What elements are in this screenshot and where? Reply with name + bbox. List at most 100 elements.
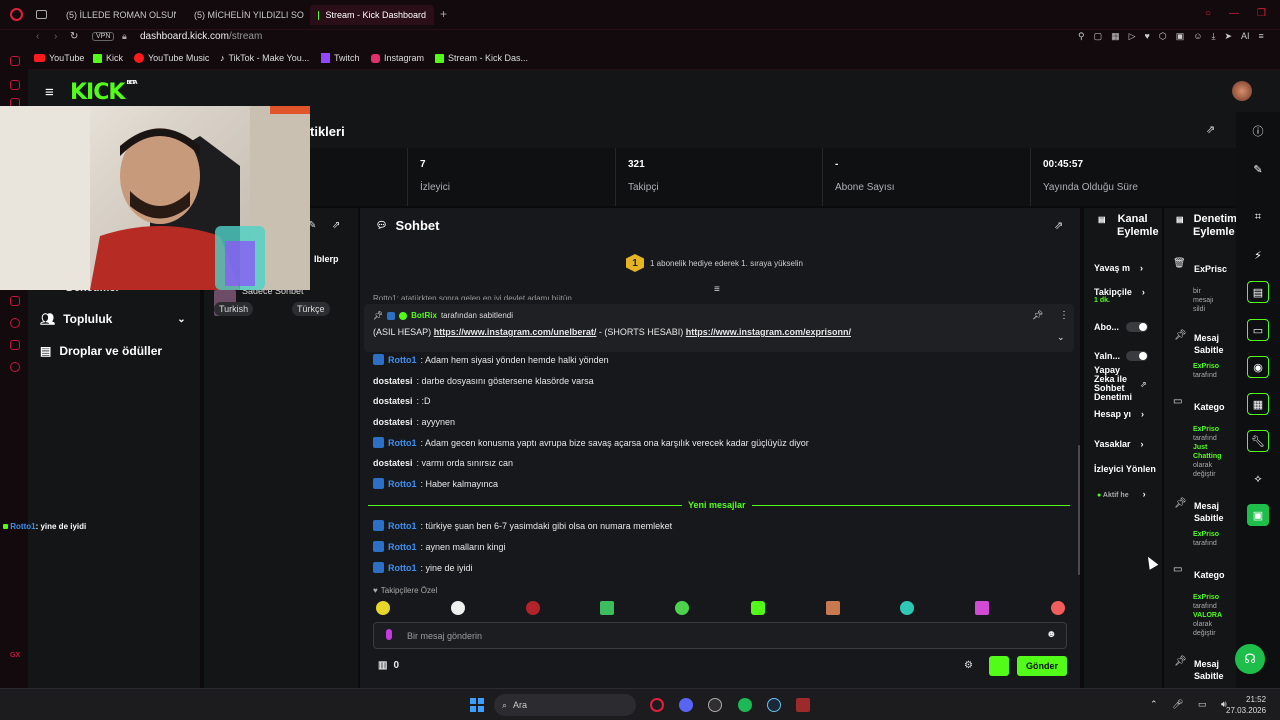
chat-message[interactable]: Rotto1: Haber kalmayınca [373,478,498,489]
avatar[interactable] [1232,81,1252,101]
emote-icon[interactable] [600,601,614,615]
viewer-redirect-item[interactable]: İzleyici Yönlen [1094,464,1156,474]
chat-message[interactable]: Rotto1: yine de iyidi [373,562,473,573]
opera-logo-icon[interactable] [10,8,23,21]
tab-roman[interactable]: (5) İLLEDE ROMAN OLSUN [52,5,176,25]
taskbar-search[interactable]: ⌕ Ara [494,694,636,716]
url-field[interactable]: dashboard.kick.com/stream [140,31,262,42]
emote-icon[interactable] [675,601,689,615]
bookmark-tiktok[interactable]: ♪ TikTok - Make You... [220,53,309,63]
app-icon[interactable]: ▣ [1247,504,1269,526]
bookmark-kick-stream[interactable]: Stream - Kick Das... [435,53,528,63]
tag-chip[interactable]: Turkish [214,302,254,316]
more-options-icon[interactable]: ⋮ [1059,310,1069,321]
new-tab-button[interactable]: + [440,7,447,21]
bookmark-instagram[interactable]: Instagram [371,53,424,63]
start-icon[interactable] [470,698,484,712]
pinned-link[interactable]: https://www.instagram.com/unelberat/ [434,327,597,337]
clock-icon[interactable] [10,318,20,328]
emote-icon[interactable] [376,601,390,615]
nav-community[interactable]: 👥︎ Topluluk ⌄ [40,312,186,326]
aria-icon[interactable] [10,56,20,66]
discord-taskbar-icon[interactable] [679,698,693,712]
search-icon[interactable]: ○ [1205,8,1211,19]
send-button[interactable]: Gönder [1017,656,1067,676]
followers-mode-item[interactable]: Takipçile › [1094,287,1145,297]
layout-icon[interactable]: ▦ [1247,393,1269,415]
lightning-icon[interactable]: ⚡︎ [1247,244,1269,266]
chat-message[interactable]: dostatesi: darbe dosyasını göstersene kl… [373,376,594,386]
extensions-icon[interactable]: ⬡ [1159,31,1167,42]
pinned-link[interactable]: https://www.instagram.com/exprisonn/ [686,327,851,337]
chat-message[interactable]: Rotto1: Adam gecen konusma yaptı avrupa … [373,437,809,448]
download-icon[interactable]: ⤓ [1211,31,1215,42]
tab-kick-dashboard[interactable]: Stream - Kick Dashboard [310,5,434,25]
obs-taskbar-icon[interactable] [708,698,722,712]
settings-icon[interactable] [10,362,20,372]
grid-icon[interactable]: ▦ [1111,31,1120,42]
chat-icon[interactable]: ▭ [1247,319,1269,341]
broadcast-icon[interactable]: ◉ [1247,356,1269,378]
bookmark-youtube[interactable]: YouTube [34,53,84,63]
opera-gx-taskbar-icon[interactable] [650,698,664,712]
emoji-icon[interactable]: ☻ [1046,629,1057,640]
slow-mode-item[interactable]: Yavaş m › [1094,263,1143,273]
active-status-item[interactable]: ● Aktif he › [1097,489,1146,499]
snapshot-icon[interactable]: ▢ [1094,31,1103,42]
pin-icon[interactable]: ⚲ [1078,31,1085,42]
chat-message[interactable]: dostatesi: ayyynen [373,417,455,427]
vpn-badge[interactable]: VPN [92,32,115,41]
tab-michelin[interactable]: (5) MİCHELİN YILDIZLI SO [180,5,304,25]
share-icon[interactable]: ⟡ [1247,468,1269,490]
window-controls[interactable]: ○—❐✕ [1205,8,1280,19]
botrix-icon[interactable] [989,656,1009,676]
chat-scrollbar[interactable] [1078,445,1080,575]
info-icon[interactable]: ⓘ [1247,120,1269,142]
chevron-down-icon[interactable]: ⌄ [1057,332,1065,343]
help-button[interactable]: ☊ [1235,644,1265,674]
tray-icons[interactable]: ⌃ 🎤︎ ▭ 🔊︎ [1150,699,1233,710]
chat-input[interactable]: Bir mesaj gönderin ☻ [373,622,1067,649]
chat-username[interactable]: dostatesi [373,458,413,468]
emotes-only-toggle[interactable] [1126,351,1148,361]
bookmark-kick[interactable]: Kick [93,53,123,63]
steam-taskbar-icon[interactable] [767,698,781,712]
bookmarks-icon[interactable] [10,296,20,306]
forward-icon[interactable]: › [54,31,57,42]
maximize-icon[interactable]: ❐ [1257,8,1266,19]
wrench-icon[interactable]: 🔧︎ [1247,430,1269,452]
unpin-icon[interactable]: 📌︎ [1032,310,1043,321]
chat-username[interactable]: Rotto1 [388,479,417,489]
minimize-icon[interactable]: — [1229,8,1239,19]
emote-icon[interactable] [751,601,765,615]
emote-icon[interactable] [900,601,914,615]
emote-icon[interactable] [826,601,840,615]
chat-settings-icon[interactable]: ⚙ [964,660,973,671]
spotify-taskbar-icon[interactable] [738,698,752,712]
kick-logo[interactable]: KICK BETA [70,80,138,105]
menu-icon[interactable]: ≡ [1259,31,1264,42]
chat-message[interactable]: Rotto1: türkiye şuan ben 6-7 yasimdaki g… [373,520,672,531]
subscribers-only-item[interactable]: Abo... [1094,322,1119,332]
emote-icon[interactable] [975,601,989,615]
chat-message[interactable]: dostatesi: varmı orda sınırsız can [373,458,513,468]
app-taskbar-icon[interactable] [796,698,810,712]
home-icon[interactable] [10,80,20,90]
tab-switch-icon[interactable] [36,10,47,19]
ai-moderation-item[interactable]: Yapay Zeka ile Sohbet Denetimi [1094,366,1132,402]
chat-username[interactable]: dostatesi [373,417,413,427]
chat-username[interactable]: Rotto1 [388,355,417,365]
chat-username[interactable]: Rotto1 [388,438,417,448]
filter-icon[interactable]: ≡ [714,284,720,295]
account-age-item[interactable]: Hesap yı › [1094,409,1144,419]
chat-message[interactable]: Rotto1: aynen malların kingi [373,541,506,552]
nav-drops[interactable]: ▤ Droplar ve ödüller [40,344,162,358]
mic-icon[interactable] [386,629,392,640]
emotes-only-item[interactable]: Yaln... [1094,351,1120,361]
chat-message[interactable]: dostatesi: :D [373,396,431,406]
document-icon[interactable]: ▤ [1247,281,1269,303]
play-icon[interactable]: ▷ [1129,31,1136,42]
reload-icon[interactable]: ↻ [70,31,78,42]
profile-icon[interactable]: ☺ [1193,31,1202,42]
ai-button[interactable]: AI [1241,31,1250,42]
